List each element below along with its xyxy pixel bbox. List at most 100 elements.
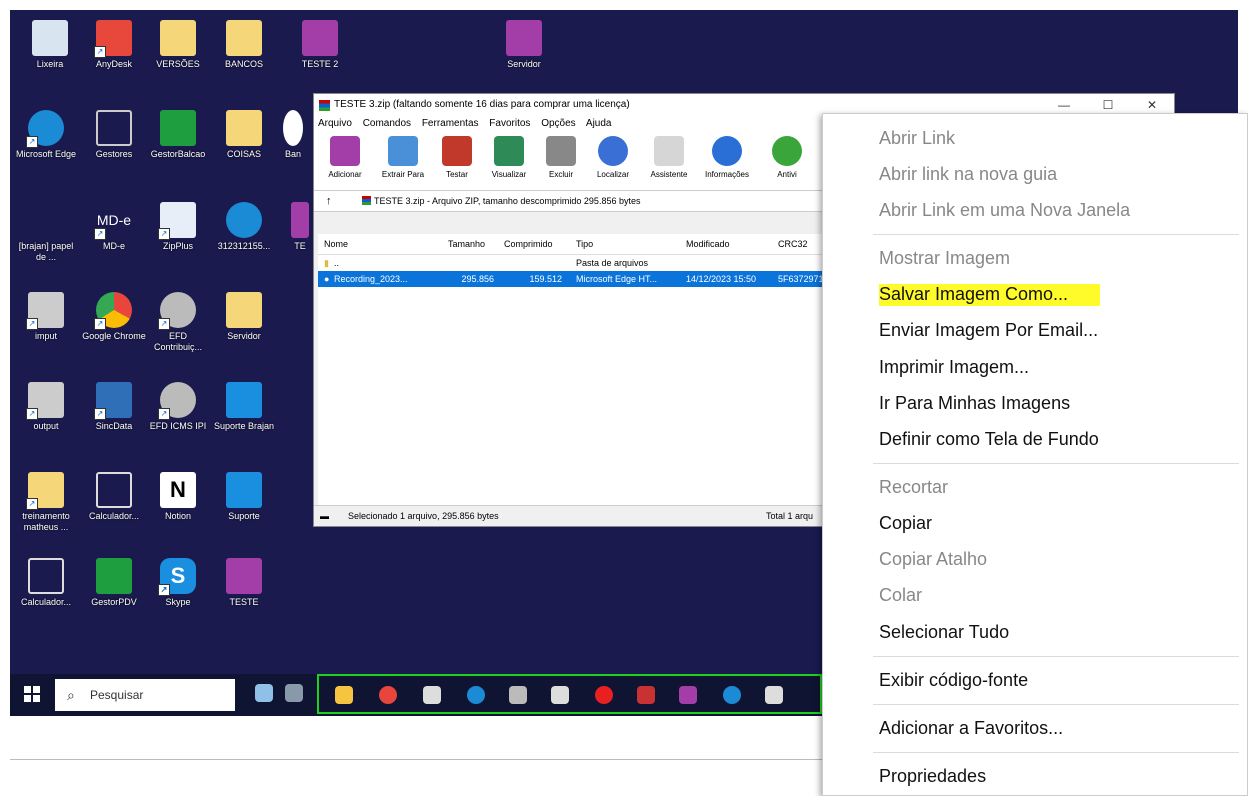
menu-item-codigo-fonte[interactable]: Exibir código-fonte bbox=[879, 668, 1028, 692]
screen-capture-icon[interactable] bbox=[765, 686, 783, 704]
menu-item-recortar[interactable]: Recortar bbox=[879, 475, 948, 499]
desktop-icon-teste[interactable]: TESTE bbox=[212, 558, 276, 608]
column-tamanho[interactable]: Tamanho bbox=[448, 234, 485, 254]
toolbar-visualizar-button[interactable]: Visualizar bbox=[480, 136, 538, 179]
shortcut-arrow-icon: ↗ bbox=[158, 228, 170, 240]
file-explorer-icon[interactable] bbox=[335, 686, 353, 704]
desktop-icon-teste2[interactable]: TESTE 2 bbox=[288, 20, 352, 70]
menu-item-mostrar-imagem[interactable]: Mostrar Imagem bbox=[879, 246, 1010, 270]
desktop-icon-servidor-archive[interactable]: Servidor bbox=[492, 20, 556, 70]
desktop-icon-imput[interactable]: ↗ imput bbox=[14, 292, 78, 342]
desktop-icon-gestorbalcao[interactable]: GestorBalcao bbox=[146, 110, 210, 160]
desktop-icon-zipplus[interactable]: ↗ ZipPlus bbox=[146, 202, 210, 252]
column-crc32[interactable]: CRC32 bbox=[778, 234, 808, 254]
menu-item-propriedades[interactable]: Propriedades bbox=[879, 764, 986, 788]
calculator-icon[interactable] bbox=[423, 686, 441, 704]
chrome-icon[interactable] bbox=[379, 686, 397, 704]
desktop-icon-anydesk[interactable]: ↗ AnyDesk bbox=[82, 20, 146, 70]
windows-logo-icon bbox=[33, 686, 40, 693]
menu-item-enviar-imagem-email[interactable]: Enviar Imagem Por Email... bbox=[879, 318, 1098, 342]
desktop-icon-sincdata[interactable]: ↗ SincData bbox=[82, 382, 146, 432]
shortcut-arrow-icon: ↗ bbox=[158, 584, 170, 596]
winrar-icon[interactable] bbox=[679, 686, 697, 704]
desktop-icon-label: 312312155... bbox=[217, 241, 271, 251]
menu-item-abrir-link[interactable]: Abrir Link bbox=[879, 126, 955, 150]
desktop-icon-suporte-brajan[interactable]: Suporte Brajan bbox=[212, 382, 276, 432]
column-comprimido[interactable]: Comprimido bbox=[504, 234, 553, 254]
toolbar-extrair-button[interactable]: Extrair Para bbox=[374, 136, 432, 179]
toolbar-testar-button[interactable]: Testar bbox=[428, 136, 486, 179]
menu-arquivo[interactable]: Arquivo bbox=[318, 118, 352, 129]
desktop-icon-brajan-papel[interactable]: [brajan] papel de ... bbox=[14, 202, 78, 263]
menu-item-salvar-imagem[interactable]: Salvar Imagem Como... bbox=[879, 282, 1101, 306]
menu-separator bbox=[873, 752, 1239, 753]
desktop-icon-suporte[interactable]: Suporte bbox=[212, 472, 276, 522]
chrome-icon: ↗ bbox=[94, 292, 132, 330]
menu-item-copiar[interactable]: Copiar bbox=[879, 511, 932, 535]
menu-ferramentas[interactable]: Ferramentas bbox=[422, 118, 479, 129]
column-tipo[interactable]: Tipo bbox=[576, 234, 593, 254]
desktop-icon-chrome[interactable]: ↗ Google Chrome bbox=[82, 292, 146, 342]
extract-folder-icon bbox=[388, 136, 418, 166]
menu-item-adicionar-favoritos[interactable]: Adicionar a Favoritos... bbox=[879, 716, 1063, 740]
desktop-icon-treinamento[interactable]: ↗ treinamento matheus ... bbox=[14, 472, 78, 533]
menu-comandos[interactable]: Comandos bbox=[363, 118, 411, 129]
desktop-icon-mde[interactable]: MD-e ↗ MD-e bbox=[82, 202, 146, 252]
desktop-icon-label: Microsoft Edge bbox=[15, 149, 77, 159]
notion-icon[interactable] bbox=[509, 686, 527, 704]
weather-icon[interactable] bbox=[255, 684, 273, 702]
toolbar-informacoes-button[interactable]: Informações bbox=[698, 136, 756, 179]
record-icon[interactable] bbox=[595, 686, 613, 704]
start-button[interactable] bbox=[24, 686, 40, 702]
menu-item-imprimir-imagem[interactable]: Imprimir Imagem... bbox=[879, 355, 1029, 379]
taskbar-search[interactable]: ⌕ Pesquisar bbox=[55, 679, 235, 711]
desktop-icon-efd-contribuicoes[interactable]: ↗ EFD Contribuiç... bbox=[146, 292, 210, 353]
desktop-icon-notion[interactable]: N Notion bbox=[146, 472, 210, 522]
desktop-icon-edge-file[interactable]: 312312155... bbox=[212, 202, 276, 252]
desktop-icon-output[interactable]: ↗ output bbox=[14, 382, 78, 432]
desktop-icon-te[interactable]: TE bbox=[288, 202, 312, 252]
toolbar-label: Informações bbox=[704, 170, 750, 179]
column-modificado[interactable]: Modificado bbox=[686, 234, 730, 254]
toolbar-excluir-button[interactable]: Excluir bbox=[532, 136, 590, 179]
desktop-icon-coisas[interactable]: COISAS bbox=[212, 110, 276, 160]
desktop-icon-calculadora-2[interactable]: Calculador... bbox=[14, 558, 78, 608]
desktop-icon-servidor-folder[interactable]: Servidor bbox=[212, 292, 276, 342]
menu-ajuda[interactable]: Ajuda bbox=[586, 118, 612, 129]
desktop-icon-gestorpdv[interactable]: GestorPDV bbox=[82, 558, 146, 608]
menu-item-abrir-nova-guia[interactable]: Abrir link na nova guia bbox=[879, 162, 1057, 186]
desktop-icon-gestores[interactable]: Gestores bbox=[82, 110, 146, 160]
menu-item-tela-de-fundo[interactable]: Definir como Tela de Fundo bbox=[879, 427, 1099, 451]
desktop-icon-bancos[interactable]: BANCOS bbox=[212, 20, 276, 70]
menu-item-copiar-atalho[interactable]: Copiar Atalho bbox=[879, 547, 987, 571]
toolbar-assistente-button[interactable]: Assistente bbox=[640, 136, 698, 179]
desktop-icon-versoes[interactable]: VERSÕES bbox=[146, 20, 210, 70]
desktop-icon-skype[interactable]: S ↗ Skype bbox=[146, 558, 210, 608]
desktop-icon-lixeira[interactable]: Lixeira bbox=[18, 20, 82, 70]
column-nome[interactable]: Nome bbox=[324, 234, 348, 254]
app-icon[interactable] bbox=[637, 686, 655, 704]
menu-item-minhas-imagens[interactable]: Ir Para Minhas Imagens bbox=[879, 391, 1070, 415]
menu-favoritos[interactable]: Favoritos bbox=[489, 118, 530, 129]
desktop-icon-ban[interactable]: Ban bbox=[278, 110, 308, 160]
up-arrow-icon[interactable]: ↑ bbox=[326, 191, 332, 211]
settings-gear-icon[interactable] bbox=[551, 686, 569, 704]
desktop-icon-efd-icms-ipi[interactable]: ↗ EFD ICMS IPI bbox=[146, 382, 210, 432]
menu-item-colar[interactable]: Colar bbox=[879, 583, 922, 607]
toolbar-localizar-button[interactable]: Localizar bbox=[584, 136, 642, 179]
menu-item-selecionar-tudo[interactable]: Selecionar Tudo bbox=[879, 620, 1009, 644]
toolbar-adicionar-button[interactable]: Adicionar bbox=[316, 136, 374, 179]
menu-separator bbox=[873, 704, 1239, 705]
firefox-icon[interactable] bbox=[467, 686, 485, 704]
satellite-icon[interactable] bbox=[285, 684, 303, 702]
desktop-icon-label: Notion bbox=[164, 511, 191, 521]
edge-icon[interactable] bbox=[723, 686, 741, 704]
toolbar-antivirus-button[interactable]: Antivi bbox=[772, 136, 802, 179]
calculator-icon bbox=[28, 558, 64, 594]
desktop-icon-calculadora-1[interactable]: Calculador... bbox=[82, 472, 146, 522]
toolbar-label: Visualizar bbox=[491, 170, 527, 179]
desktop-icon-edge[interactable]: ↗ Microsoft Edge bbox=[14, 110, 78, 160]
menu-opcoes[interactable]: Opções bbox=[541, 118, 575, 129]
menu-item-abrir-nova-janela[interactable]: Abrir Link em uma Nova Janela bbox=[879, 198, 1130, 222]
teamviewer-icon bbox=[226, 382, 262, 418]
